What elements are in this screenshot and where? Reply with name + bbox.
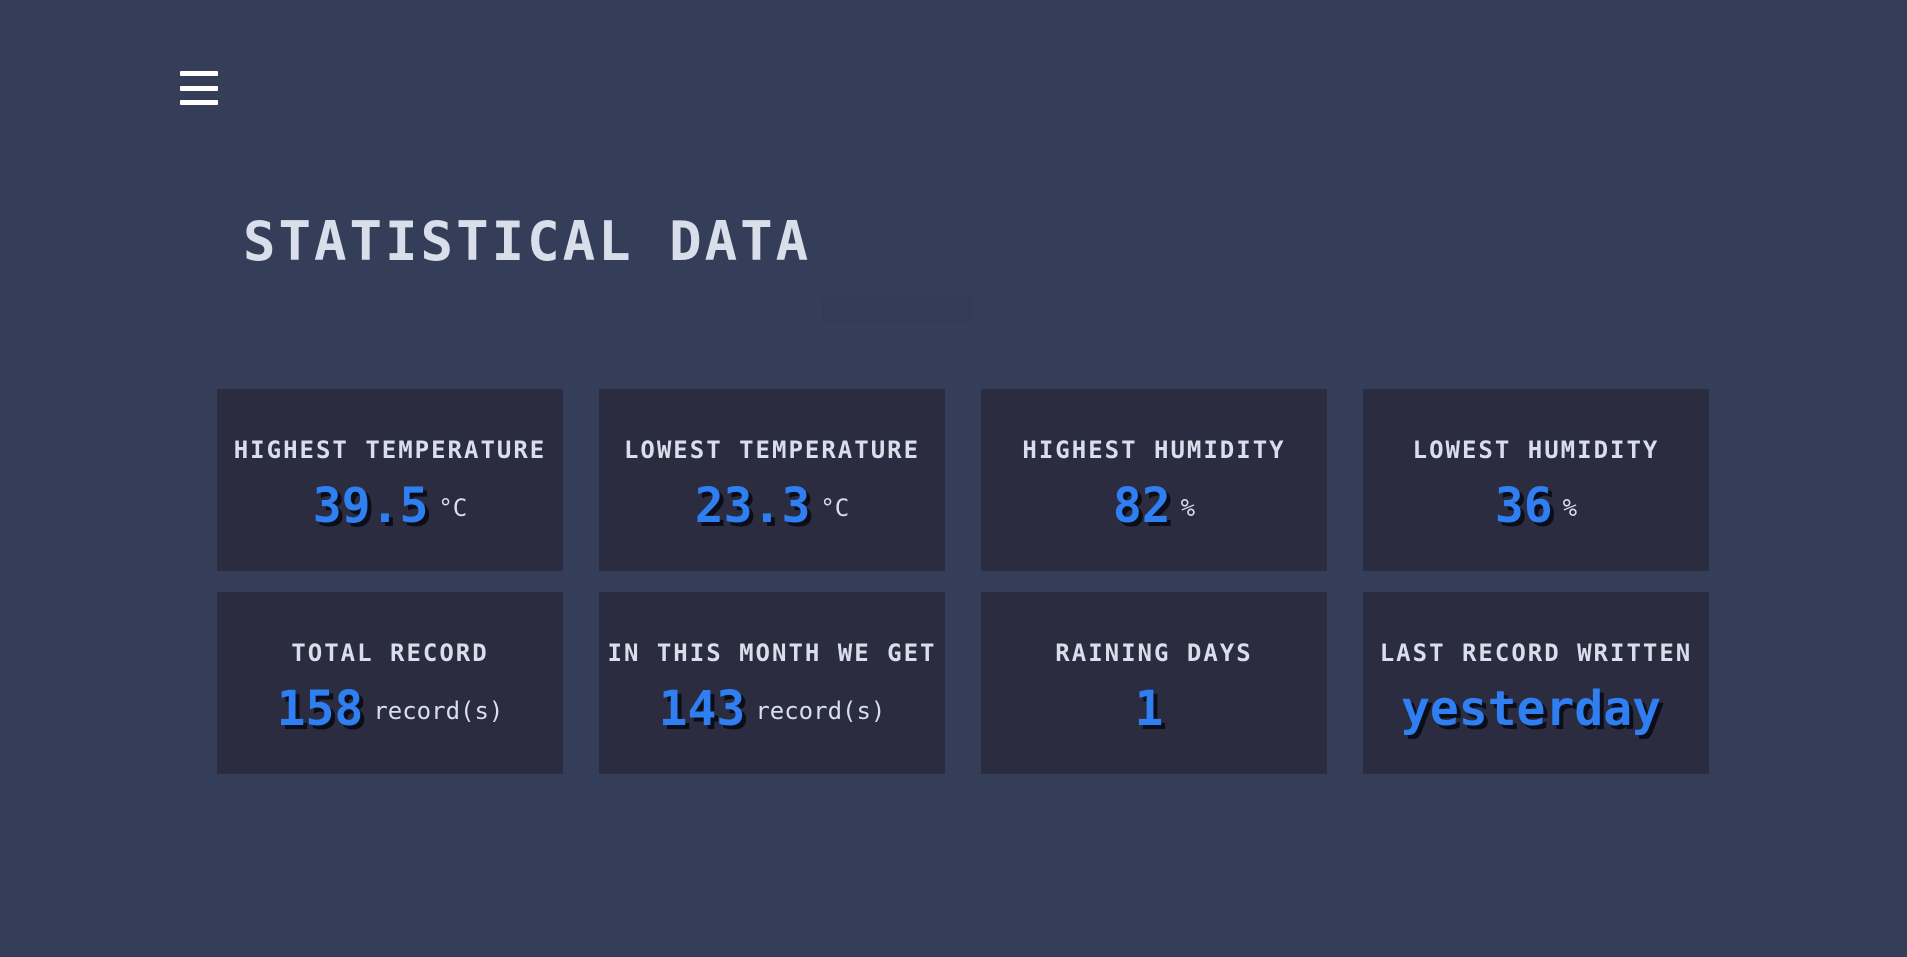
stat-value: 82 bbox=[1112, 478, 1171, 534]
stat-unit: °C bbox=[820, 494, 850, 522]
menu-bar bbox=[180, 100, 218, 105]
stat-unit: °C bbox=[438, 494, 468, 522]
stat-value: 158 bbox=[276, 681, 364, 737]
stat-value: yesterday bbox=[1400, 681, 1662, 737]
stat-value: 39.5 bbox=[312, 478, 429, 534]
stat-label: HIGHEST TEMPERATURE bbox=[233, 436, 547, 464]
stat-unit: record(s) bbox=[755, 697, 886, 725]
stat-unit: % bbox=[1180, 494, 1196, 522]
stat-unit: % bbox=[1562, 494, 1578, 522]
stat-card-highest-temperature: HIGHEST TEMPERATURE 39.5 °C bbox=[217, 389, 563, 571]
stat-label: LAST RECORD WRITTEN bbox=[1379, 639, 1693, 667]
stat-value-row: 82 % bbox=[1113, 482, 1195, 530]
stat-value: 23.3 bbox=[694, 478, 811, 534]
menu-bar bbox=[180, 71, 218, 76]
stat-card-month-records: IN THIS MONTH WE GET 143 record(s) bbox=[599, 592, 945, 774]
stat-value: 36 bbox=[1494, 478, 1553, 534]
stat-card-lowest-humidity: LOWEST HUMIDITY 36 % bbox=[1363, 389, 1709, 571]
stat-value: 143 bbox=[658, 681, 746, 737]
stat-label: HIGHEST HUMIDITY bbox=[1022, 436, 1286, 464]
stat-card-raining-days: RAINING DAYS 1 bbox=[981, 592, 1327, 774]
stat-value-row: 23.3 °C bbox=[695, 482, 850, 530]
page-title: STATISTICAL DATA bbox=[243, 210, 812, 273]
stat-label: LOWEST HUMIDITY bbox=[1412, 436, 1660, 464]
hamburger-menu-icon[interactable] bbox=[180, 71, 218, 105]
stat-value-row: 158 record(s) bbox=[277, 685, 504, 733]
stat-value: 1 bbox=[1134, 681, 1164, 737]
menu-bar bbox=[180, 85, 218, 91]
stat-value-row: 36 % bbox=[1495, 482, 1577, 530]
stat-value-row: yesterday bbox=[1401, 685, 1671, 733]
stat-card-lowest-temperature: LOWEST TEMPERATURE 23.3 °C bbox=[599, 389, 945, 571]
stat-card-total-record: TOTAL RECORD 158 record(s) bbox=[217, 592, 563, 774]
title-underline-decoration bbox=[822, 297, 972, 323]
stat-value-row: 143 record(s) bbox=[659, 685, 886, 733]
stat-value-row: 39.5 °C bbox=[313, 482, 468, 530]
stat-label: RAINING DAYS bbox=[1055, 639, 1253, 667]
stat-card-highest-humidity: HIGHEST HUMIDITY 82 % bbox=[981, 389, 1327, 571]
stat-label: TOTAL RECORD bbox=[291, 639, 489, 667]
stat-unit: record(s) bbox=[373, 697, 504, 725]
stat-card-last-record: LAST RECORD WRITTEN yesterday bbox=[1363, 592, 1709, 774]
stats-grid: HIGHEST TEMPERATURE 39.5 °C LOWEST TEMPE… bbox=[217, 389, 1709, 774]
stat-label: IN THIS MONTH WE GET bbox=[607, 639, 937, 667]
stat-label: LOWEST TEMPERATURE bbox=[623, 436, 921, 464]
stat-value-row: 1 bbox=[1135, 685, 1174, 733]
